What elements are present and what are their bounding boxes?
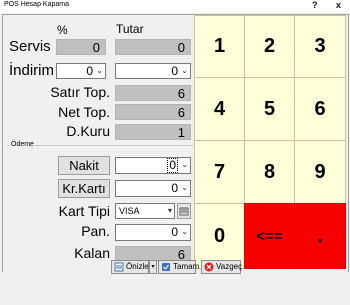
pan-combo[interactable]: 0 ⌄ bbox=[115, 224, 191, 241]
satir-top-field: 6 bbox=[115, 85, 191, 101]
net-top-field: 6 bbox=[115, 104, 191, 120]
nakit-combo[interactable]: 0 ⌄ bbox=[115, 157, 191, 174]
lookup-icon bbox=[179, 207, 189, 216]
preview-dropdown-button[interactable]: ▾ bbox=[149, 260, 157, 274]
kr-karti-value: 0 bbox=[171, 181, 178, 195]
ok-label: Tamam bbox=[173, 262, 200, 271]
indirim-percent-combo[interactable]: 0 ⌄ bbox=[56, 63, 106, 79]
pan-label: Pan. bbox=[81, 223, 110, 239]
preview-icon bbox=[114, 262, 124, 272]
key-2[interactable]: 2 bbox=[244, 15, 295, 78]
nakit-button[interactable]: Nakit bbox=[58, 156, 110, 175]
kr-karti-button[interactable]: Kr.Kartı bbox=[58, 179, 110, 198]
ok-icon bbox=[162, 263, 170, 271]
chevron-down-icon: ⌄ bbox=[181, 160, 188, 169]
pan-value: 0 bbox=[171, 225, 178, 239]
ok-button[interactable]: Tamam bbox=[158, 260, 200, 274]
indirim-amount-combo[interactable]: 0 ⌄ bbox=[115, 63, 191, 79]
nakit-value: 0 bbox=[167, 158, 178, 173]
help-button[interactable]: ? bbox=[312, 0, 318, 10]
key-4[interactable]: 4 bbox=[194, 77, 245, 141]
kart-tipi-label: Kart Tipi bbox=[58, 203, 110, 219]
percent-header: % bbox=[57, 23, 68, 37]
chevron-down-icon: ▾ bbox=[167, 206, 172, 215]
footer-bar bbox=[0, 272, 350, 305]
key-8[interactable]: 8 bbox=[244, 140, 295, 204]
servis-amount-field: 0 bbox=[115, 39, 191, 55]
key-6[interactable]: 6 bbox=[294, 77, 346, 141]
key-7[interactable]: 7 bbox=[194, 140, 245, 204]
indirim-label: İndirim bbox=[9, 62, 55, 79]
indirim-percent-value: 0 bbox=[86, 64, 93, 78]
kalan-label: Kalan bbox=[74, 245, 110, 261]
d-kuru-field: 1 bbox=[115, 124, 191, 140]
d-kuru-label: D.Kuru bbox=[66, 123, 110, 139]
cancel-button[interactable]: Vazgeç bbox=[201, 260, 243, 274]
servis-percent-field: 0 bbox=[56, 39, 106, 55]
key-decimal[interactable]: . bbox=[294, 203, 346, 269]
key-3[interactable]: 3 bbox=[294, 15, 346, 78]
key-5[interactable]: 5 bbox=[244, 77, 295, 141]
close-button[interactable]: x bbox=[336, 0, 341, 10]
window-title: POS Hesap Kapama bbox=[4, 1, 69, 8]
chevron-down-icon: ⌄ bbox=[181, 227, 188, 236]
preview-label: Önizle bbox=[126, 262, 149, 271]
keypad: 1 2 3 4 5 6 7 8 9 0 <== . bbox=[194, 15, 346, 269]
kart-tipi-lookup-button[interactable] bbox=[177, 203, 191, 219]
cancel-icon bbox=[204, 262, 214, 272]
net-top-label: Net Top. bbox=[58, 104, 110, 120]
payment-group-label: Ödeme bbox=[10, 141, 35, 148]
chevron-down-icon: ⌄ bbox=[96, 66, 103, 75]
key-backspace[interactable]: <== bbox=[244, 203, 295, 269]
kr-karti-combo[interactable]: 0 ⌄ bbox=[115, 180, 191, 197]
amount-header: Tutar bbox=[116, 22, 144, 36]
key-1[interactable]: 1 bbox=[194, 15, 245, 78]
cancel-label: Vazgeç bbox=[216, 262, 243, 271]
kart-tipi-value: VISA bbox=[119, 206, 140, 216]
chevron-down-icon: ⌄ bbox=[181, 183, 188, 192]
chevron-down-icon: ⌄ bbox=[181, 66, 188, 75]
key-9[interactable]: 9 bbox=[294, 140, 346, 204]
kart-tipi-combo[interactable]: VISA ▾ bbox=[115, 203, 175, 219]
chevron-down-icon: ▾ bbox=[151, 264, 155, 270]
servis-label: Servis bbox=[9, 38, 51, 55]
preview-button[interactable]: Önizle bbox=[111, 260, 149, 274]
satir-top-label: Satır Top. bbox=[50, 84, 110, 100]
indirim-amount-value: 0 bbox=[171, 64, 178, 78]
